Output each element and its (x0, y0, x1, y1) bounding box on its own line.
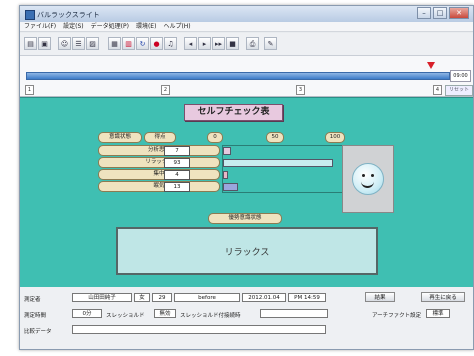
row-label-sleepy: 眠気 (98, 181, 220, 192)
eye (362, 174, 365, 177)
rotate-icon[interactable]: ↻ (136, 37, 149, 50)
scale-label: 0 (207, 132, 223, 143)
score-bar (223, 183, 238, 191)
duration-value: 0分 (72, 309, 102, 318)
timeline-tick[interactable]: 1 (25, 85, 34, 95)
menu-settings[interactable]: 設定(S) (63, 22, 84, 31)
menu-file[interactable]: ファイル(F) (24, 22, 56, 31)
row-label-analytic: 分析思考 (98, 145, 220, 156)
mouth (361, 179, 374, 188)
scale-label: 50 (266, 132, 284, 143)
measurer-label: 測定者 (24, 297, 41, 303)
menu-bar: ファイル(F) 設定(S) データ処理(P) 環境(E) ヘルプ(H) (20, 22, 473, 32)
user-icon[interactable]: ☺ (58, 37, 71, 50)
minimize-button[interactable]: – (417, 7, 431, 19)
sex-value: 女 (134, 293, 150, 302)
row-value: 4 (164, 170, 190, 180)
row-value: 7 (164, 146, 190, 156)
compare-data-field[interactable] (72, 325, 326, 334)
dominant-state-pill: 優勢意識状態 (208, 213, 282, 224)
scale-label: 100 (325, 132, 345, 143)
app-icon (25, 10, 35, 20)
score-bar (223, 159, 333, 167)
date-value: 2012.01.04 (242, 293, 286, 302)
report-icon[interactable]: ▥ (122, 37, 135, 50)
result-button[interactable]: 結果 (365, 292, 395, 302)
fast-forward-icon[interactable]: ▸▸ (212, 37, 225, 50)
reset-button[interactable]: リセット (445, 85, 473, 96)
self-check-panel: セルフチェック表 意識状態 得点 0 50 100 分析思考 リラックス 集中 … (20, 97, 473, 288)
compare-data-label: 比較データ (24, 329, 52, 335)
image-icon[interactable]: ▨ (86, 37, 99, 50)
self-check-title: セルフチェック表 (184, 104, 283, 121)
row-value: 13 (164, 182, 190, 192)
smiley-face-icon (352, 163, 384, 195)
position-marker-icon[interactable] (427, 62, 436, 69)
timeline-slider[interactable] (26, 72, 450, 80)
timeline-tick[interactable]: 4 (433, 85, 442, 95)
print-icon[interactable]: ⎙ (246, 37, 259, 50)
score-bar (223, 147, 231, 155)
threshold-label: スレッショルド (106, 313, 145, 319)
record-icon[interactable]: ● (150, 37, 163, 50)
user-list-icon[interactable]: ☰ (72, 37, 85, 50)
back-to-playback-button[interactable]: 再生に戻る (421, 292, 465, 302)
stop-icon[interactable]: ■ (226, 37, 239, 50)
window-title: バルラックスライト (37, 11, 100, 19)
play-icon[interactable]: ▸ (198, 37, 211, 50)
mood-panel (342, 145, 394, 213)
title-bar[interactable]: バルラックスライト – □ ✕ (20, 6, 473, 22)
score-bar-panel (222, 145, 344, 193)
app-window: バルラックスライト – □ ✕ ファイル(F) 設定(S) データ処理(P) 環… (19, 5, 474, 350)
artifact-value: 標準 (426, 309, 450, 318)
playback-timeline: 09:00 1 2 3 4 リセット (20, 56, 473, 97)
phase-value: before (174, 293, 240, 302)
menu-data-processing[interactable]: データ処理(P) (91, 22, 129, 31)
time-readout: 09:00 (450, 70, 471, 82)
threshold-set-value (260, 309, 328, 318)
menu-environment[interactable]: 環境(E) (136, 22, 156, 31)
dominant-state-panel: リラックス (116, 227, 378, 275)
music-icon[interactable]: ♫ (164, 37, 177, 50)
measurer-name: 山田田純子 (72, 293, 132, 302)
menu-help[interactable]: ヘルプ(H) (163, 22, 190, 31)
row-label-relax: リラックス (98, 157, 220, 168)
timeline-tick[interactable]: 3 (296, 85, 305, 95)
row-value: 93 (164, 158, 190, 168)
artifact-label: アーチファクト設定 (372, 313, 422, 319)
time-value: PM 14:59 (288, 293, 326, 302)
toolbar: ▤ ▣ ☺ ☰ ▨ ▦ ▥ ↻ ● ♫ ◂ ▸ ▸▸ ■ ⎙ ✎ (20, 33, 473, 56)
dominant-state-value: リラックス (224, 248, 270, 258)
status-header-pill: 意識状態 (98, 132, 142, 143)
timeline-tick[interactable]: 2 (161, 85, 170, 95)
new-file-icon[interactable]: ▤ (24, 37, 37, 50)
measurement-info: 測定者 山田田純子 女 29 before 2012.01.04 PM 14:5… (20, 287, 473, 349)
threshold-value: 無効 (154, 309, 176, 318)
score-header-pill: 得点 (144, 132, 176, 143)
score-bar (223, 171, 228, 179)
close-button[interactable]: ✕ (449, 7, 469, 19)
edit-icon[interactable]: ✎ (264, 37, 277, 50)
duration-label: 測定時間 (24, 313, 47, 319)
print-preview-icon[interactable]: ▦ (108, 37, 121, 50)
row-label-focus: 集中 (98, 169, 220, 180)
maximize-button[interactable]: □ (433, 7, 447, 19)
threshold-set-label: スレッショルド付接続時 (180, 313, 241, 319)
rewind-icon[interactable]: ◂ (184, 37, 197, 50)
save-icon[interactable]: ▣ (38, 37, 51, 50)
age-value: 29 (152, 293, 172, 302)
eye (371, 174, 374, 177)
